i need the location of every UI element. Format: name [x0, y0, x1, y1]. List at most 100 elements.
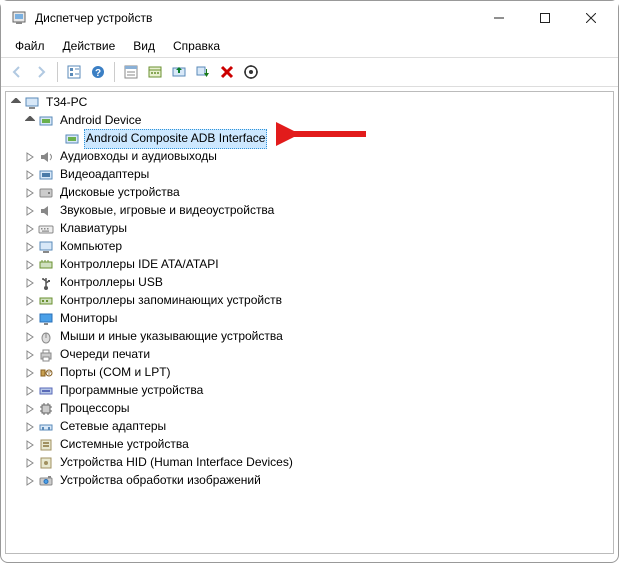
expander-closed-icon[interactable]: [24, 241, 36, 253]
tree-category-row[interactable]: Системные устройства: [10, 436, 613, 454]
expander-closed-icon[interactable]: [24, 205, 36, 217]
device-tree-panel: T34-PC Android Device Android Composite …: [5, 91, 614, 554]
menubar: Файл Действие Вид Справка: [1, 35, 618, 57]
svg-text:?: ?: [95, 68, 101, 79]
tree-category-row[interactable]: Контроллеры IDE ATA/ATAPI: [10, 256, 613, 274]
maximize-button[interactable]: [522, 3, 568, 33]
tree-root-label: T34-PC: [44, 94, 89, 111]
expander-closed-icon[interactable]: [24, 295, 36, 307]
expander-closed-icon[interactable]: [24, 169, 36, 181]
expander-closed-icon[interactable]: [24, 475, 36, 487]
disk-icon: [38, 185, 54, 201]
expander-closed-icon[interactable]: [24, 439, 36, 451]
tree-category-label: Контроллеры IDE ATA/ATAPI: [58, 256, 221, 273]
help-button[interactable]: ?: [86, 60, 110, 84]
tree-category-label: Порты (COM и LPT): [58, 364, 173, 381]
expander-closed-icon[interactable]: [24, 277, 36, 289]
tree-category-label: Звуковые, игровые и видеоустройства: [58, 202, 276, 219]
menu-file[interactable]: Файл: [7, 37, 53, 55]
audio-icon: [38, 149, 54, 165]
tree-category-label: Аудиовходы и аудиовыходы: [58, 148, 219, 165]
tree-category-row[interactable]: Процессоры: [10, 400, 613, 418]
expander-closed-icon[interactable]: [24, 313, 36, 325]
expander-closed-icon[interactable]: [24, 403, 36, 415]
window-title: Диспетчер устройств: [35, 11, 476, 25]
expander-closed-icon[interactable]: [24, 349, 36, 361]
tree-category-row[interactable]: Мониторы: [10, 310, 613, 328]
minimize-button[interactable]: [476, 3, 522, 33]
tree-category-row[interactable]: Контроллеры запоминающих устройств: [10, 292, 613, 310]
tree-root-row[interactable]: T34-PC: [10, 94, 613, 112]
expander-closed-icon[interactable]: [24, 187, 36, 199]
tree-category-label: Программные устройства: [58, 382, 205, 399]
expander-closed-icon[interactable]: [24, 385, 36, 397]
update-driver-button[interactable]: [167, 60, 191, 84]
tree-category-row[interactable]: Мыши и иные указывающие устройства: [10, 328, 613, 346]
expander-open-icon[interactable]: [10, 97, 22, 109]
details-button[interactable]: [119, 60, 143, 84]
expander-closed-icon[interactable]: [24, 367, 36, 379]
tree-category-label: Контроллеры запоминающих устройств: [58, 292, 284, 309]
tree-category-label: Android Device: [58, 112, 143, 129]
system-device-icon: [38, 437, 54, 453]
tree-category-label: Мониторы: [58, 310, 119, 327]
expander-closed-icon[interactable]: [24, 259, 36, 271]
tree-category-label: Видеоадаптеры: [58, 166, 151, 183]
monitor-icon: [38, 311, 54, 327]
tree-category-row[interactable]: Устройства обработки изображений: [10, 472, 613, 490]
back-button[interactable]: [5, 60, 29, 84]
computer-icon: [24, 95, 40, 111]
tree-category-row[interactable]: Компьютер: [10, 238, 613, 256]
tree-category-row[interactable]: Дисковые устройства: [10, 184, 613, 202]
show-root-button[interactable]: [62, 60, 86, 84]
properties-button[interactable]: [143, 60, 167, 84]
forward-button[interactable]: [29, 60, 53, 84]
tree-category-label: Устройства HID (Human Interface Devices): [58, 454, 295, 471]
mouse-icon: [38, 329, 54, 345]
menu-help[interactable]: Справка: [165, 37, 228, 55]
titlebar: Диспетчер устройств: [1, 1, 618, 35]
expander-closed-icon[interactable]: [24, 421, 36, 433]
tree-device-adb[interactable]: Android Composite ADB Interface: [10, 130, 613, 148]
tree-category-row[interactable]: Устройства HID (Human Interface Devices): [10, 454, 613, 472]
expander-open-icon[interactable]: [24, 115, 36, 127]
tree-category-label: Процессоры: [58, 400, 132, 417]
tree-category-row[interactable]: Порты (COM и LPT): [10, 364, 613, 382]
tree-category-row[interactable]: Сетевые адаптеры: [10, 418, 613, 436]
ide-controller-icon: [38, 257, 54, 273]
menu-view[interactable]: Вид: [125, 37, 163, 55]
display-adapter-icon: [38, 167, 54, 183]
tree-category-row[interactable]: Клавиатуры: [10, 220, 613, 238]
tree-category-row[interactable]: Видеоадаптеры: [10, 166, 613, 184]
tree-category-label: Очереди печати: [58, 346, 152, 363]
hid-device-icon: [38, 455, 54, 471]
tree-category-row[interactable]: Программные устройства: [10, 382, 613, 400]
tree-category-label: Компьютер: [58, 238, 124, 255]
print-queue-icon: [38, 347, 54, 363]
port-icon: [38, 365, 54, 381]
expander-closed-icon[interactable]: [24, 151, 36, 163]
sound-device-icon: [38, 203, 54, 219]
scan-hardware-button[interactable]: [239, 60, 263, 84]
network-adapter-icon: [38, 419, 54, 435]
expander-closed-icon[interactable]: [24, 457, 36, 469]
expander-closed-icon[interactable]: [24, 331, 36, 343]
tree-category-row[interactable]: Очереди печати: [10, 346, 613, 364]
tree-category-android[interactable]: Android Device: [10, 112, 613, 130]
adb-device-icon: [64, 131, 80, 147]
close-button[interactable]: [568, 3, 614, 33]
tree-category-row[interactable]: Звуковые, игровые и видеоустройства: [10, 202, 613, 220]
device-tree[interactable]: T34-PC Android Device Android Composite …: [6, 92, 613, 492]
uninstall-button[interactable]: [215, 60, 239, 84]
app-icon: [11, 10, 27, 26]
toolbar: ?: [1, 57, 618, 87]
expander-closed-icon[interactable]: [24, 223, 36, 235]
tree-category-label: Клавиатуры: [58, 220, 129, 237]
tree-device-label: Android Composite ADB Interface: [84, 129, 267, 148]
menu-action[interactable]: Действие: [55, 37, 124, 55]
storage-controller-icon: [38, 293, 54, 309]
disable-button[interactable]: [191, 60, 215, 84]
tree-category-row[interactable]: Аудиовходы и аудиовыходы: [10, 148, 613, 166]
software-device-icon: [38, 383, 54, 399]
tree-category-row[interactable]: Контроллеры USB: [10, 274, 613, 292]
